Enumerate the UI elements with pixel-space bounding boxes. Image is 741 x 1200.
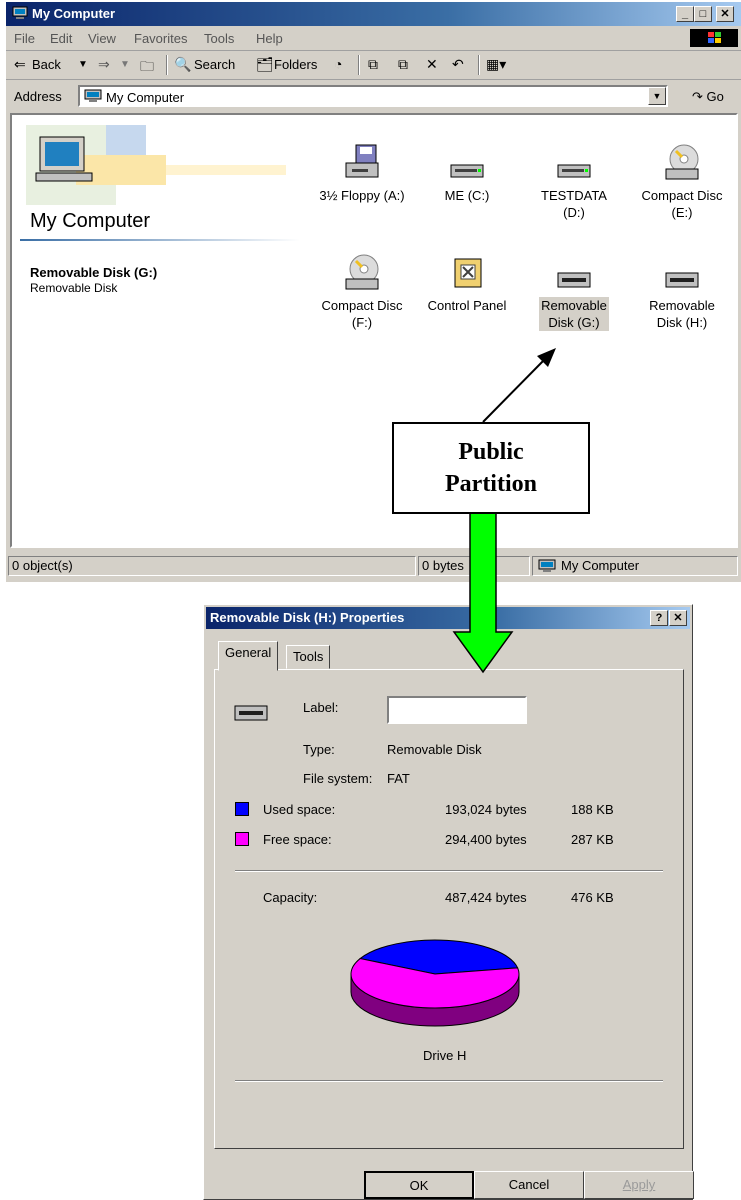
tab-general[interactable]: General xyxy=(218,641,279,671)
annotation-overlay xyxy=(452,348,556,674)
callout-line1: Public xyxy=(458,439,524,465)
green-arrow xyxy=(452,511,514,674)
pointer-line xyxy=(482,357,547,423)
callout-line2: Partition xyxy=(445,471,537,497)
annotation-callout: Public Partition xyxy=(392,422,590,514)
